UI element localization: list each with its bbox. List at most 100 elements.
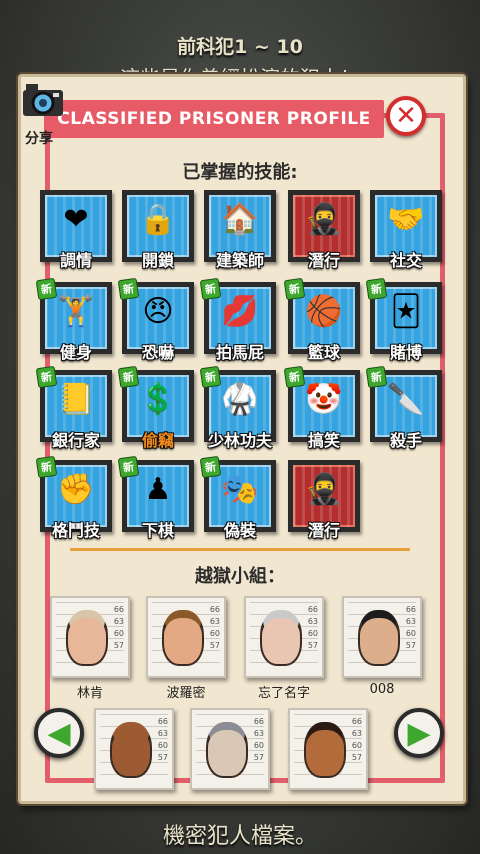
cards-money-icon: 🃏 bbox=[390, 294, 422, 329]
prisoner-face bbox=[162, 610, 204, 666]
new-badge: 新 bbox=[117, 455, 140, 479]
skill-tile[interactable]: 🔒 開鎖 bbox=[122, 190, 194, 270]
crew-mugshot[interactable]: 66 63 60 57 bbox=[190, 708, 270, 790]
skill-label: 下棋 bbox=[141, 521, 174, 540]
ninja-icon: 🥷 bbox=[305, 202, 343, 237]
profile-header: CLASSIFIED PRISONER PROFILE bbox=[44, 100, 384, 138]
skill-tile[interactable]: 🏠 建築師 bbox=[204, 190, 276, 270]
new-badge: 新 bbox=[35, 277, 58, 301]
ledger-pen-icon: 📒 bbox=[57, 382, 95, 417]
skill-tile[interactable]: 📒 銀行家 新 bbox=[35, 365, 112, 450]
skill-label: 賭博 bbox=[389, 343, 422, 362]
skill-tile[interactable]: 🤡 搞笑 新 bbox=[283, 365, 360, 450]
heart-love-icon: ❤ bbox=[63, 202, 89, 237]
stealing-hand-icon: 💲 bbox=[139, 382, 177, 417]
new-badge: 新 bbox=[199, 365, 222, 389]
skill-label: 恐嚇 bbox=[141, 343, 174, 362]
skill-tile[interactable]: 💲 偷竊 新 bbox=[117, 365, 194, 450]
profile-title: CLASSIFIED PRISONER PROFILE bbox=[57, 109, 371, 129]
skill-tile[interactable]: 💋 拍馬屁 新 bbox=[199, 277, 276, 362]
height-numbers: 66 63 60 57 bbox=[209, 605, 220, 650]
new-badge: 新 bbox=[117, 365, 140, 389]
fist-icon: ✊ bbox=[57, 472, 95, 507]
close-icon: ✕ bbox=[395, 101, 417, 131]
skill-label: 偷竊 bbox=[141, 431, 174, 450]
kung-fu-icon: 🥋 bbox=[221, 382, 259, 417]
skill-tile[interactable]: 🏋 健身 新 bbox=[35, 277, 112, 362]
skill-tile[interactable]: 🥋 少林功夫 新 bbox=[199, 365, 276, 450]
skill-label: 健身 bbox=[59, 343, 92, 362]
crew-name: 波羅密 bbox=[166, 686, 206, 701]
butt-kiss-icon: 💋 bbox=[221, 294, 259, 329]
skill-tile[interactable]: 🥷 潛行 bbox=[288, 190, 360, 270]
height-numbers: 66 63 60 57 bbox=[113, 605, 124, 650]
disguise-icon: 🎭 bbox=[221, 472, 259, 507]
new-badge: 新 bbox=[199, 277, 222, 301]
prisoner-face bbox=[358, 610, 400, 666]
crew-mugshot[interactable]: 66 63 60 57 bbox=[342, 596, 422, 678]
chessboard-icon: ♟ bbox=[144, 472, 172, 507]
skills-title: 已掌握的技能: bbox=[182, 162, 298, 183]
skill-tile[interactable]: ❤ 調情 bbox=[40, 190, 112, 270]
crew-name: 008 bbox=[369, 682, 395, 697]
crew-mugshot[interactable]: 66 63 60 57 bbox=[288, 708, 368, 790]
prisoner-face bbox=[206, 722, 248, 778]
prisoner-face bbox=[66, 610, 108, 666]
height-numbers: 66 63 60 57 bbox=[253, 717, 264, 762]
angry-face-icon: 😠 bbox=[142, 294, 174, 329]
ninja-icon: 🥷 bbox=[305, 472, 343, 507]
crew-mugshot[interactable]: 66 63 60 57 bbox=[50, 596, 130, 678]
skill-label: 銀行家 bbox=[51, 431, 100, 450]
close-button[interactable]: ✕ bbox=[386, 96, 426, 136]
skill-tile[interactable]: 🤝 社交 bbox=[370, 190, 442, 270]
crew-name: 林肯 bbox=[76, 686, 103, 701]
crew-mugshot[interactable]: 66 63 60 57 bbox=[244, 596, 324, 678]
new-badge: 新 bbox=[117, 277, 140, 301]
new-badge: 新 bbox=[283, 365, 306, 389]
height-numbers: 66 63 60 57 bbox=[351, 717, 362, 762]
skill-label: 潛行 bbox=[307, 521, 340, 540]
skill-tile[interactable]: 🎭 偽裝 新 bbox=[199, 455, 276, 540]
skill-tile[interactable]: ✊ 格鬥技 新 bbox=[35, 455, 112, 540]
background-bottom-text: 機密犯人檔案。 bbox=[162, 824, 317, 849]
crew-mugshot[interactable]: 66 63 60 57 bbox=[146, 596, 226, 678]
height-numbers: 66 63 60 57 bbox=[405, 605, 416, 650]
skill-label: 搞笑 bbox=[307, 431, 340, 450]
prisoner-face bbox=[260, 610, 302, 666]
height-numbers: 66 63 60 57 bbox=[307, 605, 318, 650]
arrow-left-icon: ◀ bbox=[47, 715, 71, 751]
skill-tile[interactable]: ♟ 下棋 新 bbox=[117, 455, 194, 540]
skill-tile[interactable]: 😠 恐嚇 新 bbox=[117, 277, 194, 362]
new-badge: 新 bbox=[199, 455, 222, 479]
prisoner-face bbox=[304, 722, 346, 778]
skill-tile[interactable]: 🏀 籃球 新 bbox=[283, 277, 360, 362]
crew-mugshot[interactable]: 66 63 60 57 bbox=[94, 708, 174, 790]
section-divider bbox=[70, 548, 410, 551]
skill-label: 籃球 bbox=[307, 343, 340, 362]
prisoner-face bbox=[110, 722, 152, 778]
skill-label: 建築師 bbox=[215, 251, 264, 270]
previous-button[interactable]: ◀ bbox=[34, 708, 84, 758]
skill-tile[interactable]: 🔪 殺手 新 bbox=[365, 365, 442, 450]
skill-tile[interactable]: 🃏 賭博 新 bbox=[365, 277, 442, 362]
new-badge: 新 bbox=[365, 277, 388, 301]
share-label[interactable]: 分享 bbox=[25, 128, 53, 148]
handshake-icon: 🤝 bbox=[387, 202, 425, 237]
skill-label: 拍馬屁 bbox=[215, 343, 264, 362]
skill-label: 潛行 bbox=[307, 251, 340, 270]
crew-title: 越獄小組： bbox=[195, 566, 285, 587]
skill-tile[interactable]: 🥷 潛行 bbox=[288, 460, 360, 540]
skill-label: 格鬥技 bbox=[51, 521, 100, 540]
skill-label: 調情 bbox=[59, 251, 92, 270]
new-badge: 新 bbox=[365, 365, 388, 389]
next-button[interactable]: ▶ bbox=[394, 708, 444, 758]
background-title: 前科犯1 ~ 10 bbox=[177, 36, 303, 58]
crew-name: 忘了名字 bbox=[257, 686, 310, 701]
padlock-icon: 🔒 bbox=[139, 202, 177, 237]
skill-label: 殺手 bbox=[389, 431, 422, 450]
skill-label: 開鎖 bbox=[141, 251, 174, 270]
skill-label: 少林功夫 bbox=[207, 431, 272, 450]
camera-icon[interactable] bbox=[20, 76, 66, 128]
dumbbell-icon: 🏋 bbox=[57, 294, 95, 329]
skill-label: 社交 bbox=[389, 251, 422, 270]
